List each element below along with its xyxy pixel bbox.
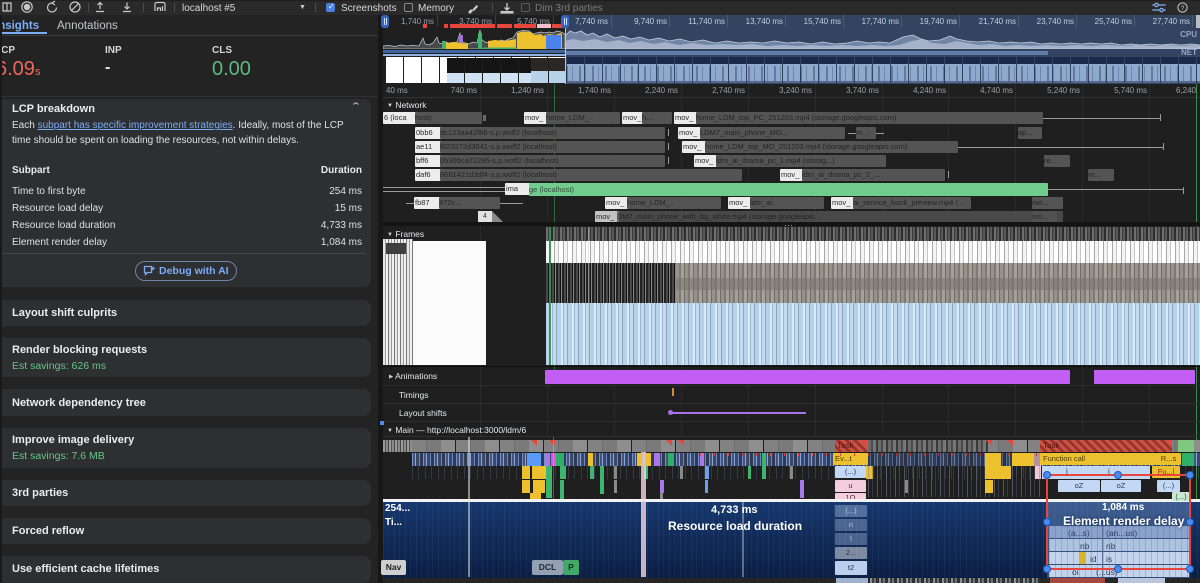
svg-text:?: ? [1181,5,1185,12]
